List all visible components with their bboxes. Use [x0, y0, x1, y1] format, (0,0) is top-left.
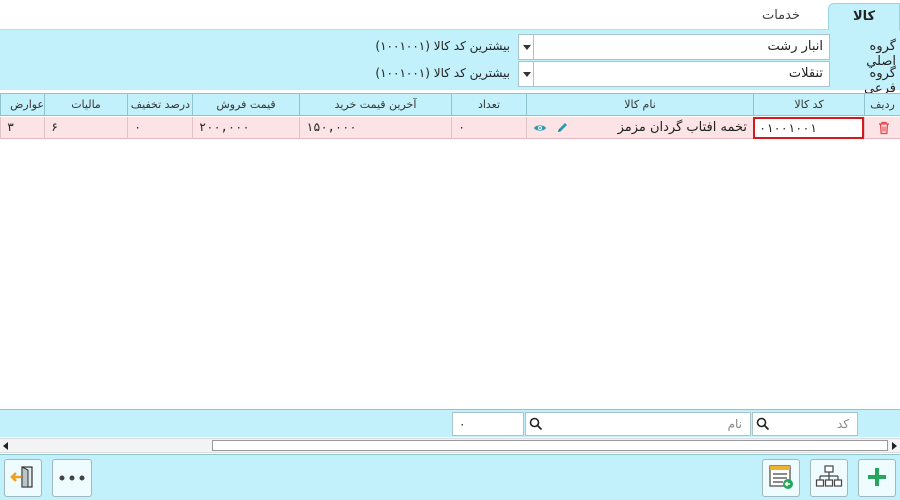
- quantity-cell[interactable]: ۰: [451, 117, 526, 139]
- exit-button[interactable]: [4, 459, 42, 497]
- header-quantity[interactable]: تعداد: [451, 94, 526, 116]
- tab-services[interactable]: خدمات: [736, 3, 826, 30]
- max-code-value: (۱۰۰۱۰۰۱): [375, 66, 430, 80]
- tree-button[interactable]: [810, 459, 848, 497]
- header-discount[interactable]: درصد تخفيف: [127, 94, 192, 116]
- sub-max-code: بيشترين کد کالا (۱۰۰۱۰۰۱): [375, 66, 510, 80]
- product-name: تخمه افتاب گردان مزمز: [617, 120, 747, 135]
- code-search-input[interactable]: کد: [752, 412, 858, 436]
- header-duties[interactable]: عوارض: [0, 94, 44, 116]
- more-icon: [58, 471, 86, 485]
- plus-icon: [865, 465, 889, 492]
- sub-group-combo[interactable]: تنقلات: [518, 61, 830, 87]
- search-icon: [756, 417, 770, 431]
- filter-footer: کد نام ۰: [0, 409, 900, 437]
- header-sale-price[interactable]: قيمت فروش: [192, 94, 299, 116]
- tax-cell[interactable]: ۶: [44, 117, 127, 139]
- header-tax[interactable]: ماليات: [44, 94, 127, 116]
- main-group-dropdown-button[interactable]: [519, 35, 534, 59]
- tree-icon: [815, 463, 843, 494]
- sub-group-value: تنقلات: [788, 66, 823, 81]
- list-button[interactable]: [762, 459, 800, 497]
- scroll-left-icon[interactable]: [3, 442, 8, 450]
- more-button[interactable]: [52, 459, 92, 497]
- name-cell[interactable]: تخمه افتاب گردان مزمز: [526, 117, 753, 139]
- name-search-placeholder: نام: [727, 417, 742, 431]
- scrollbar-thumb[interactable]: [212, 440, 888, 451]
- code-cell[interactable]: ۰۱۰۰۱۰۰۱: [753, 117, 864, 139]
- main-max-code: بيشترين کد کالا (۱۰۰۱۰۰۱): [375, 39, 510, 53]
- table-row[interactable]: ۰۱۰۰۱۰۰۱ تخمه افتاب گردان مزمز ۰ ۱۵۰,۰۰۰…: [0, 117, 900, 139]
- filter-panel: گروه اصلي انبار رشت بيشترين کد کالا (۱۰۰…: [0, 30, 900, 96]
- table-header: رديف کد کالا نام کالا تعداد آخرين قيمت خ…: [0, 94, 900, 116]
- sale-price-cell[interactable]: ۲۰۰,۰۰۰: [192, 117, 299, 139]
- duties-cell[interactable]: ۳: [0, 117, 44, 139]
- max-code-label: بيشترين کد کالا: [433, 66, 510, 80]
- discount-cell[interactable]: ۰: [127, 117, 192, 139]
- scroll-right-icon[interactable]: [892, 442, 897, 450]
- search-icon: [529, 417, 543, 431]
- header-code[interactable]: کد کالا: [753, 94, 864, 116]
- code-search-placeholder: کد: [836, 417, 849, 431]
- header-last-buy-price[interactable]: آخرين قيمت خريد: [299, 94, 451, 116]
- horizontal-scrollbar[interactable]: [0, 438, 900, 453]
- goods-table: رديف کد کالا نام کالا تعداد آخرين قيمت خ…: [0, 93, 900, 409]
- sub-group-dropdown-button[interactable]: [519, 62, 534, 86]
- header-name[interactable]: نام کالا: [526, 94, 753, 116]
- tabs-bar: کالا خدمات: [0, 0, 900, 30]
- main-group-row: گروه اصلي انبار رشت بيشترين کد کالا (۱۰۰…: [0, 34, 900, 69]
- quantity-total: ۰: [452, 412, 524, 436]
- main-group-combo[interactable]: انبار رشت: [518, 34, 830, 60]
- quantity-total-value: ۰: [459, 417, 466, 431]
- last-buy-price-cell[interactable]: ۱۵۰,۰۰۰: [299, 117, 451, 139]
- bottom-toolbar: [0, 454, 900, 500]
- sub-group-row: گروه فرعي تنقلات بيشترين کد کالا (۱۰۰۱۰۰…: [0, 61, 900, 96]
- sub-group-label: گروه فرعي: [864, 66, 896, 96]
- name-search-input[interactable]: نام: [525, 412, 751, 436]
- row-number-cell: [864, 117, 900, 139]
- max-code-label: بيشترين کد کالا: [433, 39, 510, 53]
- header-row-number[interactable]: رديف: [864, 94, 900, 116]
- list-icon: [767, 463, 795, 494]
- tab-goods[interactable]: کالا: [828, 3, 900, 30]
- pencil-icon[interactable]: [555, 121, 569, 135]
- eye-icon[interactable]: [533, 121, 547, 135]
- max-code-value: (۱۰۰۱۰۰۱): [375, 39, 430, 53]
- main-group-value: انبار رشت: [767, 39, 823, 54]
- add-button[interactable]: [858, 459, 896, 497]
- exit-icon: [10, 464, 36, 493]
- trash-icon[interactable]: [877, 121, 891, 135]
